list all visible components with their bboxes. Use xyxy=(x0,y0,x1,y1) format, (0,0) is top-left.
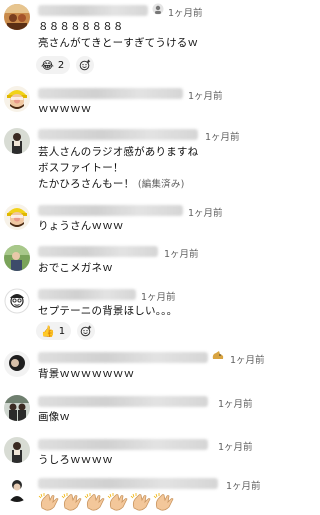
comment-time[interactable]: 1ヶ月前 xyxy=(164,246,199,260)
clapping-hands-icon xyxy=(153,493,174,511)
clapping-hands-icon xyxy=(107,493,128,511)
author-name[interactable] xyxy=(38,396,208,407)
comment-time[interactable]: 1ヶ月前 xyxy=(226,478,261,492)
comment-text: 画像ｗ xyxy=(38,409,70,425)
comment-line: うしろｗｗｗｗ xyxy=(38,454,113,466)
author-name[interactable] xyxy=(38,129,198,140)
author-name[interactable] xyxy=(38,478,218,489)
comment-text: 芸人さんのラジオ感がありますね ボスファイトー！ たかひろさんもー！ (編集済み… xyxy=(38,144,198,193)
comment-time[interactable]: 1ヶ月前 xyxy=(168,5,203,19)
comment-text: おでこメガネｗ xyxy=(38,260,113,276)
comment-time[interactable]: 1ヶ月前 xyxy=(218,439,253,453)
emoji-badge-icon xyxy=(211,350,225,365)
comment-line: ｗｗｗｗｗ xyxy=(38,103,92,115)
creator-heart-icon xyxy=(152,3,164,18)
reaction-row: 😂 2 xyxy=(36,56,95,74)
avatar[interactable] xyxy=(4,86,30,112)
comment-line: ８８８８８８８８ xyxy=(38,21,124,33)
comment-line: 亮さんがてきとーすぎてうけるｗ xyxy=(38,37,199,49)
author-name[interactable] xyxy=(38,205,183,216)
clapping-hands-icon xyxy=(84,493,105,511)
clap-emoji-row xyxy=(38,492,176,512)
laughing-emoji-icon: 😂 xyxy=(41,58,54,72)
comment-text: 背景ｗｗｗｗｗｗｗ xyxy=(38,366,134,382)
reaction-pill[interactable]: 😂 2 xyxy=(36,56,71,74)
clapping-hands-icon xyxy=(61,493,82,511)
reaction-row: 👍 1 xyxy=(36,322,96,340)
thumbs-up-emoji-icon: 👍 xyxy=(41,324,55,338)
author-name[interactable] xyxy=(38,246,158,257)
comment-text: セプテーニの背景ほしい。。。 xyxy=(38,303,177,319)
comment-line: 芸人さんのラジオ感がありますね xyxy=(38,146,199,158)
comment-text: うしろｗｗｗｗ xyxy=(38,452,113,468)
edited-label: (編集済み) xyxy=(137,179,185,190)
comment-time[interactable]: 1ヶ月前 xyxy=(230,352,265,366)
comment-text: りょうさんｗｗｗ xyxy=(38,218,124,234)
avatar[interactable] xyxy=(4,476,30,502)
reaction-count: 1 xyxy=(58,325,66,337)
author-name[interactable] xyxy=(38,352,208,363)
clapping-hands-icon xyxy=(38,493,59,511)
author-name[interactable] xyxy=(38,289,136,300)
comment-line: ボスファイトー！ xyxy=(38,162,124,174)
comment-text: ８８８８８８８８ 亮さんがてきとーすぎてうけるｗ xyxy=(38,19,198,51)
avatar[interactable] xyxy=(4,204,30,230)
reaction-pill[interactable]: 👍 1 xyxy=(36,322,72,340)
author-name[interactable] xyxy=(38,88,183,99)
avatar[interactable] xyxy=(4,288,30,314)
avatar[interactable] xyxy=(4,4,30,30)
comment-line: 背景ｗｗｗｗｗｗｗ xyxy=(38,368,135,380)
avatar[interactable] xyxy=(4,437,30,463)
comment-line-text: たかひろさんもー！ xyxy=(38,178,135,190)
add-reaction-icon[interactable] xyxy=(77,322,96,340)
comment-line: セプテーニの背景ほしい。。。 xyxy=(38,305,178,317)
clapping-hands-icon xyxy=(130,493,151,511)
avatar[interactable] xyxy=(4,395,30,421)
avatar[interactable] xyxy=(4,245,30,271)
comment-line: おでこメガネｗ xyxy=(38,262,113,274)
avatar[interactable] xyxy=(4,351,30,377)
comment-line: たかひろさんもー！ (編集済み) xyxy=(38,176,198,193)
comment-line: 画像ｗ xyxy=(38,411,71,423)
comment-line: りょうさんｗｗｗ xyxy=(38,220,124,232)
comment-time[interactable]: 1ヶ月前 xyxy=(205,129,240,143)
comment-time[interactable]: 1ヶ月前 xyxy=(141,289,176,303)
avatar[interactable] xyxy=(4,128,30,154)
author-name[interactable] xyxy=(38,439,208,450)
author-name[interactable] xyxy=(38,5,148,16)
reaction-count: 2 xyxy=(57,59,65,71)
comment-time[interactable]: 1ヶ月前 xyxy=(188,88,223,102)
comment-time[interactable]: 1ヶ月前 xyxy=(218,396,253,410)
comment-text: ｗｗｗｗｗ xyxy=(38,101,92,117)
add-reaction-icon[interactable] xyxy=(76,56,95,74)
comment-time[interactable]: 1ヶ月前 xyxy=(188,205,223,219)
